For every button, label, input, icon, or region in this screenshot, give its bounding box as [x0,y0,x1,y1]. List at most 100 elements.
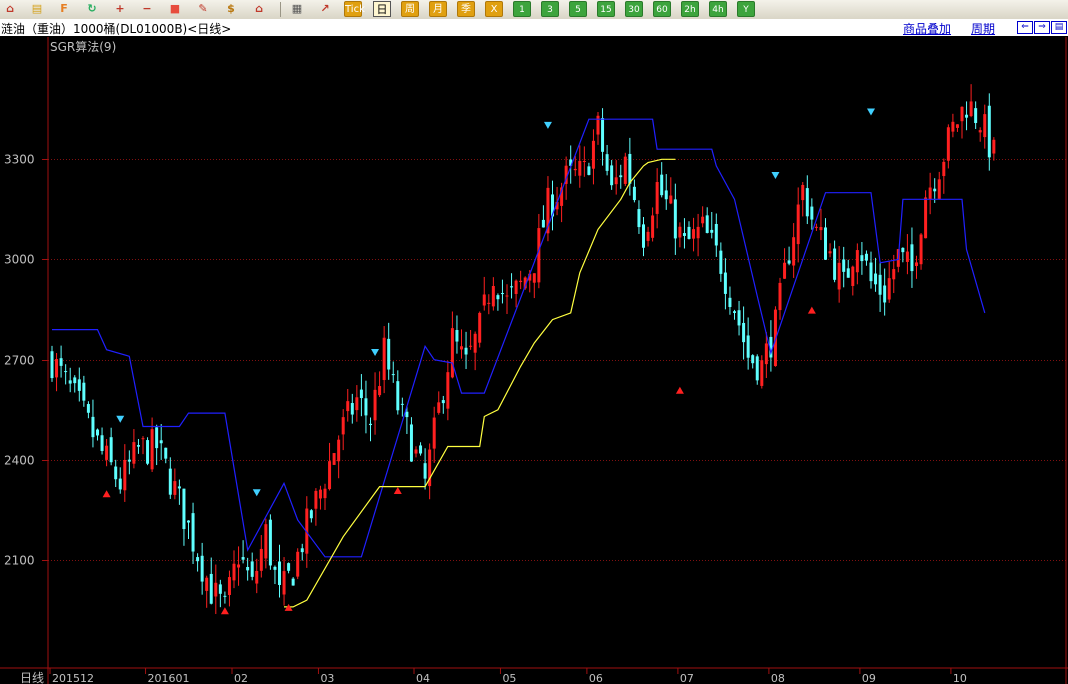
candlestick-chart[interactable]: 2100 2400 2700 3000 3300 SGR算法(9) 日线 201512 2… [0,37,1068,684]
candle-body [778,282,782,311]
period-month-button[interactable]: 月 [429,1,447,17]
zoom-out-icon[interactable]: − [138,1,156,17]
candle-body [610,165,614,186]
period-60m-button[interactable]: 60 [653,1,671,17]
candle-body [787,260,791,264]
period-3m-button[interactable]: 3 [541,1,559,17]
candle-body [382,337,386,381]
candle-body [355,397,359,411]
candle-body [223,595,227,597]
title-bar: 涟油（重油）1000桶(DL01000B)<日线> 商品叠加 周期 ⇐ ⇒ ▤ [0,19,1068,37]
period-year-button[interactable]: X [485,1,503,17]
money-bag-icon[interactable]: $ [222,1,240,17]
candle-body [723,272,727,294]
nav-right-icon[interactable]: ⇒ [1034,21,1050,34]
candle-body [805,188,809,217]
period-1m-button[interactable]: 1 [513,1,531,17]
home-icon[interactable]: ⌂ [1,1,19,17]
candle-body [664,190,668,200]
candle-body [951,121,955,132]
period-label: 日线 [20,671,44,684]
candle-body [177,486,181,489]
indicator-label: SGR算法(9) [50,39,116,54]
nav-last-icon[interactable]: ▤ [1051,21,1067,34]
y-tick-label: 2700 [4,354,35,368]
candle-body [628,153,632,184]
shop-icon[interactable]: ⌂ [250,1,268,17]
candle-body [955,124,959,128]
period-15m-button[interactable]: 15 [597,1,615,17]
nav-left-icon[interactable]: ⇐ [1017,21,1033,34]
candle-body [218,584,222,594]
candle-body [182,488,186,530]
period-day-button[interactable]: 日 [373,1,391,17]
period-link[interactable]: 周期 [971,20,995,37]
candle-body [746,335,750,358]
candle-body [969,101,973,117]
period-30m-button[interactable]: 30 [625,1,643,17]
table-icon[interactable]: ▦ [288,1,306,17]
database-icon[interactable]: ▤ [28,1,46,17]
overlay-link[interactable]: 商品叠加 [903,20,951,37]
candle-body [851,266,855,286]
candle-body [678,226,682,238]
candle-body [86,404,90,413]
candle-body [373,389,377,421]
candle-body [282,571,286,595]
candle-body [960,106,964,122]
x-tick-label: 10 [953,672,967,684]
trend-icon[interactable]: ↗ [316,1,334,17]
refresh-icon[interactable]: ↻ [83,1,101,17]
candle-body [114,466,118,480]
candle-body [209,573,213,604]
candle-body [346,401,350,412]
candle-body [505,295,509,297]
window-icon[interactable]: ■ [166,1,184,17]
candle-body [582,161,586,163]
candle-body [710,229,714,233]
candle-body [632,186,636,201]
candle-body [214,582,218,597]
candle-body [705,215,709,233]
candle-body [255,570,259,584]
x-tick-label: 06 [589,672,603,684]
candle-body [605,154,609,171]
candle-body [837,262,841,290]
period-2h-button[interactable]: 2h [681,1,699,17]
candle-body [300,548,304,553]
candle-body [64,371,68,373]
candle-body [614,177,618,185]
candle-body [500,293,504,295]
candle-body [227,577,231,595]
candle-body [601,118,605,152]
period-4h-button[interactable]: 4h [709,1,727,17]
candle-body [68,380,72,384]
tick-button[interactable]: Tick [344,1,365,17]
period-y-button[interactable]: Y [737,1,755,17]
candle-body [915,262,918,266]
futures-icon[interactable]: F [55,1,73,17]
candle-body [296,551,300,577]
x-tick-label: 09 [862,672,876,684]
y-tick-label: 2400 [4,454,35,468]
x-tick-label: 201601 [148,672,190,684]
candle-body [660,174,664,196]
candle-body [728,297,732,308]
pencil-icon[interactable]: ✎ [194,1,212,17]
candle-body [460,346,463,350]
candle-body [323,488,327,499]
candle-body [146,440,150,464]
period-season-button[interactable]: 季 [457,1,475,17]
candle-body [141,438,145,440]
candle-body [796,204,800,245]
candle-body [109,437,113,463]
candle-body [359,389,363,399]
candle-body [655,182,659,214]
candle-body [737,310,741,326]
candle-body [478,312,482,343]
candle-body [196,557,200,562]
period-5m-button[interactable]: 5 [569,1,587,17]
zoom-in-icon[interactable]: + [111,1,129,17]
period-week-button[interactable]: 周 [401,1,419,17]
candle-body [783,262,787,279]
